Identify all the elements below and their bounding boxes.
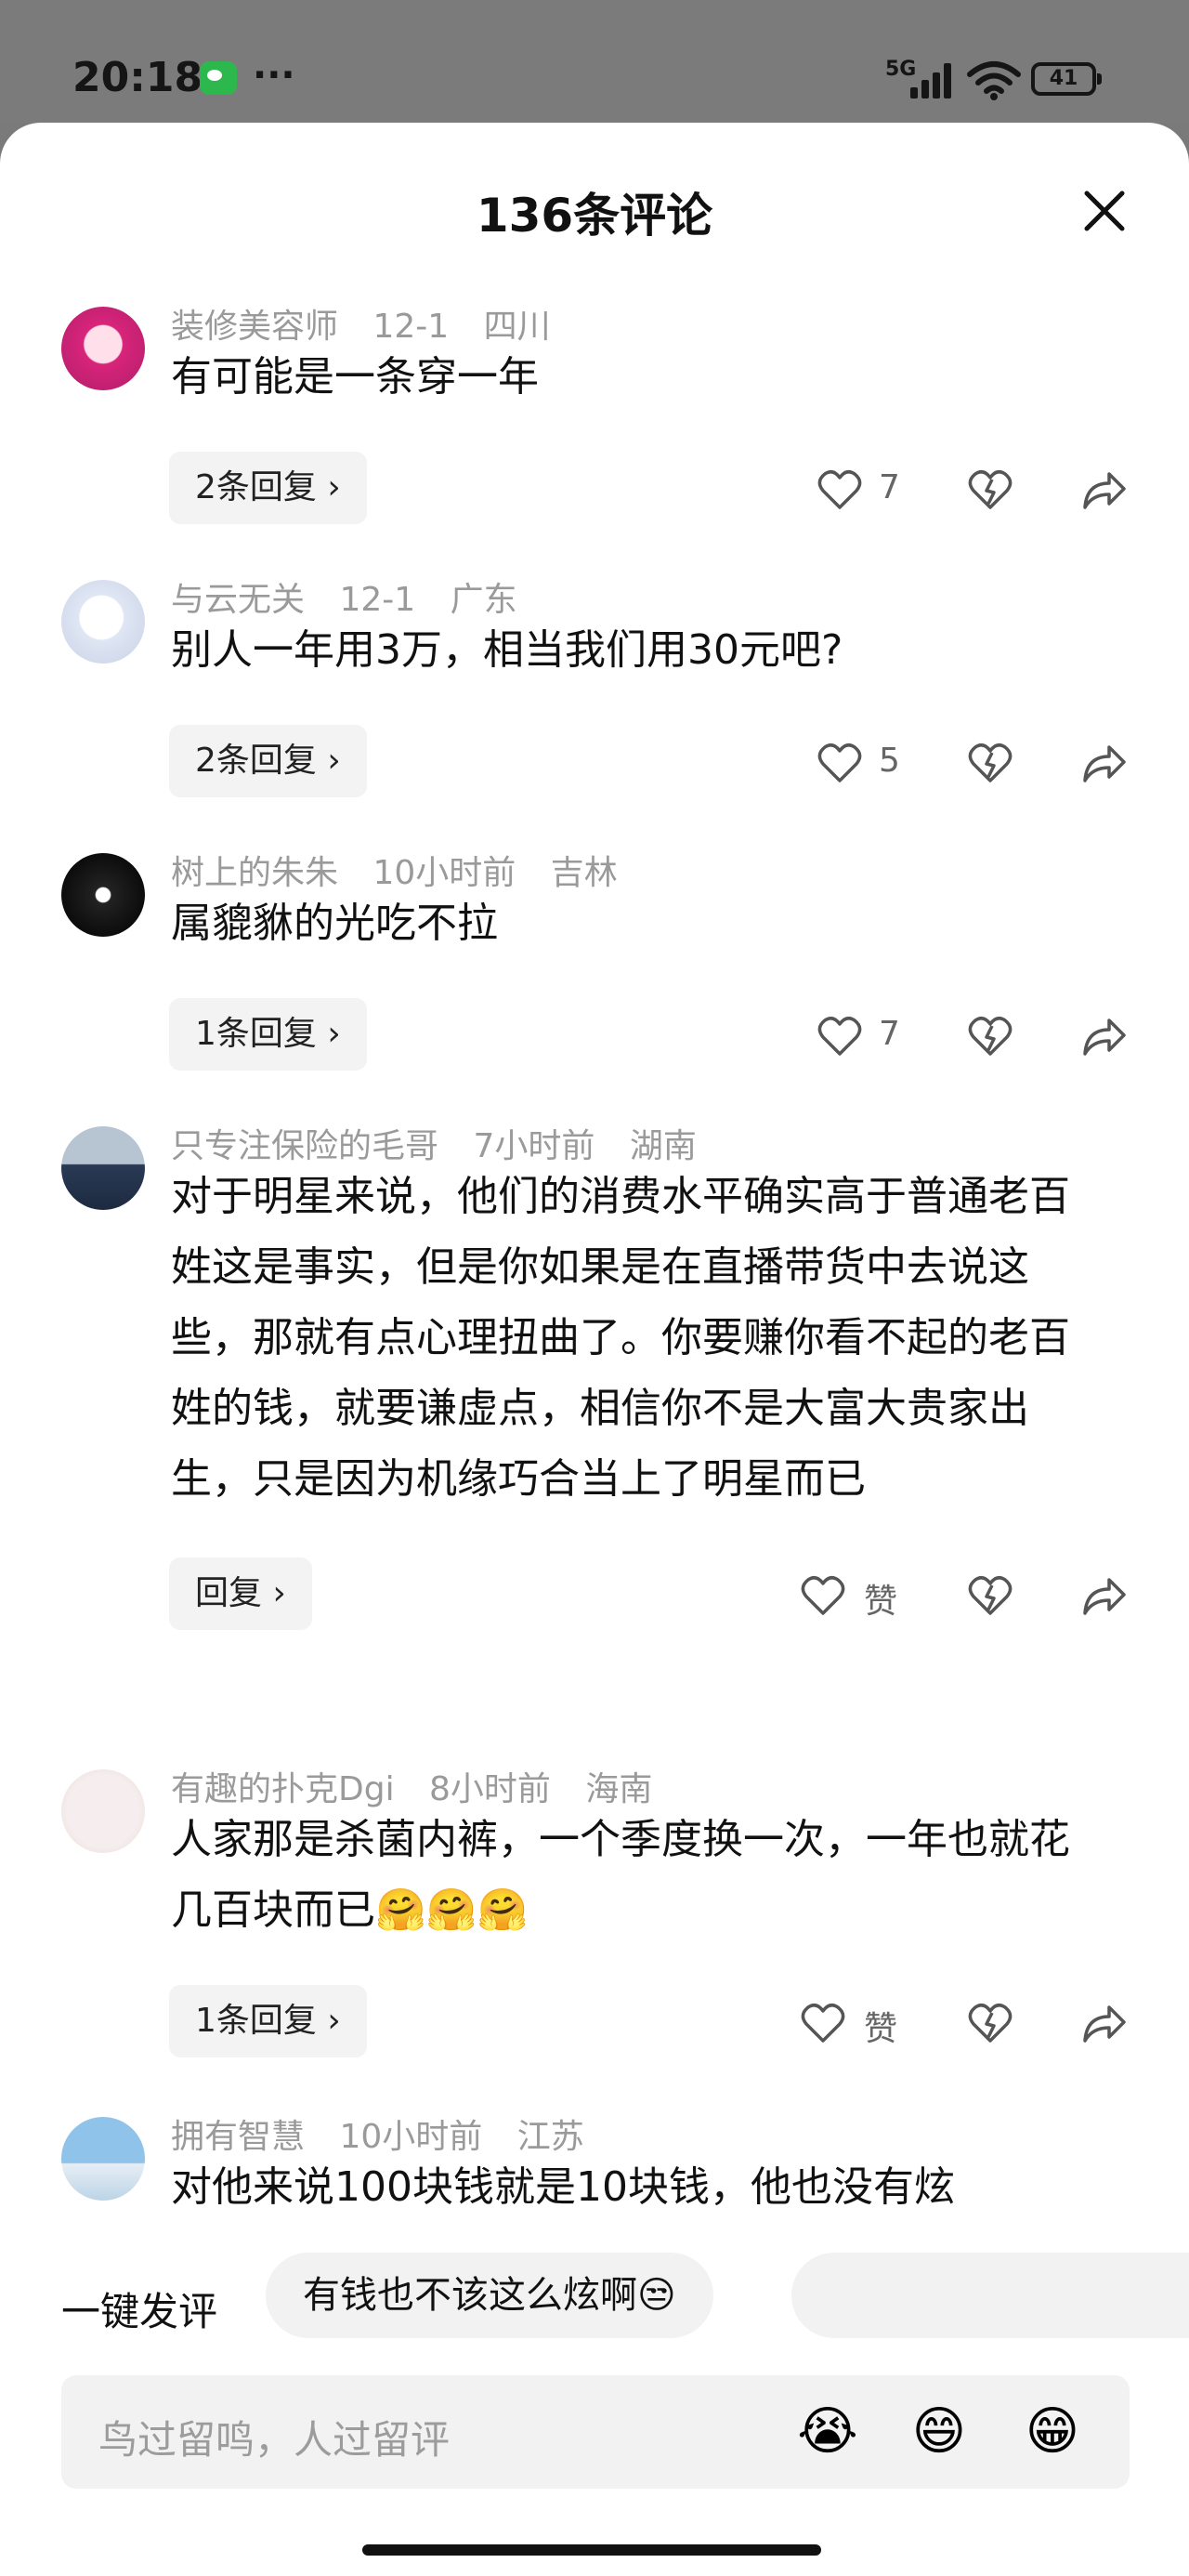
share-icon[interactable] [1081, 1015, 1128, 1058]
avatar[interactable] [61, 853, 145, 937]
comment-text: 对于明星来说，他们的消费水平确实高于普通老百姓这是事实，但是你如果是在直播带货中… [171, 1173, 1070, 1503]
share-icon[interactable] [1081, 1574, 1128, 1617]
like-icon[interactable] [817, 468, 862, 511]
comment-text: 别人一年用3万，相当我们用30元吧? [171, 626, 843, 674]
dislike-icon[interactable] [968, 468, 1013, 511]
like-icon[interactable] [817, 1015, 862, 1058]
comment-text: 有可能是一条穿一年 [171, 353, 539, 401]
comment-username[interactable]: 树上的朱朱 [171, 854, 338, 892]
avatar[interactable] [61, 580, 145, 664]
quick-comment-chip-partial[interactable] [791, 2253, 1189, 2338]
view-replies-button[interactable]: 1条回复 › [169, 998, 367, 1071]
sheet-title: 136条评论 [476, 189, 713, 243]
share-icon[interactable] [1081, 468, 1128, 511]
like-label: 赞 [864, 2010, 898, 2048]
share-icon[interactable] [1081, 2002, 1128, 2044]
sheet-header: 136条评论 [0, 123, 1189, 290]
dislike-icon[interactable] [968, 1015, 1013, 1058]
close-icon[interactable] [1078, 184, 1131, 238]
comment-item: 树上的朱朱 10小时前 吉林 属貔貅的光吃不拉 1条回复 › 7 [0, 846, 1189, 1087]
emoji-laughing-icon[interactable]: 😄 [907, 2399, 972, 2464]
dislike-icon[interactable] [968, 742, 1013, 784]
like-count: 7 [879, 468, 900, 506]
signal-icon [910, 59, 957, 99]
comment-username[interactable]: 拥有智慧 [171, 2118, 305, 2156]
comment-item: 与云无关 12-1 广东 别人一年用3万，相当我们用30元吧? 2条回复 › 5 [0, 572, 1189, 814]
avatar[interactable] [61, 1769, 145, 1853]
comments-sheet: 136条评论 装修美容师 12-1 四川 有可能是一条穿一年 2条回复 › 7 … [0, 123, 1189, 2576]
comment-location: 广东 [450, 581, 517, 619]
comment-date: 10小时前 [339, 2118, 483, 2156]
comment-actions: 5 [817, 736, 1133, 792]
comment-item: 只专注保险的毛哥 7小时前 湖南 对于明星来说，他们的消费水平确实高于普通老百姓… [0, 1119, 1189, 1639]
quick-comment-label: 一键发评 [61, 2289, 218, 2334]
like-count: 7 [879, 1015, 900, 1053]
avatar[interactable] [61, 307, 145, 390]
comment-input[interactable]: 鸟过留鸣，人过留评 😭 😄 😁 [61, 2375, 1130, 2489]
view-replies-button[interactable]: 2条回复 › [169, 725, 367, 797]
comment-location: 四川 [483, 308, 551, 346]
comment-location: 海南 [585, 1770, 653, 1808]
comment-actions: 赞 [801, 1569, 1133, 1624]
more-notifications-icon: ··· [253, 54, 295, 97]
comment-location: 江苏 [516, 2118, 584, 2156]
comment-item: 拥有智慧 10小时前 江苏 对他来说100块钱就是10块钱，他也没有炫 [0, 2109, 1189, 2249]
comment-date: 10小时前 [372, 854, 516, 892]
wechat-notification-icon [200, 61, 237, 95]
status-time: 20:18 [72, 54, 203, 101]
comment-actions: 7 [817, 463, 1133, 519]
battery-icon: 41 [1031, 62, 1102, 96]
avatar[interactable] [61, 1126, 145, 1210]
reply-button[interactable]: 回复 › [169, 1557, 312, 1630]
comment-username[interactable]: 只专注保险的毛哥 [171, 1127, 438, 1165]
comment-input-placeholder: 鸟过留鸣，人过留评 [98, 2417, 451, 2463]
emoji-crying-laughing-icon[interactable]: 😭 [795, 2399, 860, 2464]
share-icon[interactable] [1081, 742, 1128, 784]
comment-username[interactable]: 有趣的扑克Dgi [171, 1770, 395, 1808]
comment-text: 属貔貅的光吃不拉 [171, 900, 498, 947]
wifi-icon [967, 61, 1021, 100]
dislike-icon[interactable] [968, 2002, 1013, 2044]
avatar[interactable] [61, 2117, 145, 2201]
comment-actions: 7 [817, 1009, 1133, 1065]
dislike-icon[interactable] [968, 1574, 1013, 1617]
comment-item: 有趣的扑克Dgi 8小时前 海南 人家那是杀菌内裤，一个季度换一次，一年也就花几… [0, 1762, 1189, 2078]
comment-item: 装修美容师 12-1 四川 有可能是一条穿一年 2条回复 › 7 [0, 299, 1189, 541]
quick-comment-chip[interactable]: 有钱也不该这么炫啊😒 [266, 2253, 713, 2338]
like-icon[interactable] [801, 2002, 845, 2044]
comment-location: 吉林 [550, 854, 618, 892]
emoji-grin-icon[interactable]: 😁 [1020, 2399, 1085, 2464]
comment-location: 湖南 [629, 1127, 697, 1165]
comment-date: 12-1 [372, 308, 450, 346]
like-icon[interactable] [817, 742, 862, 784]
home-indicator[interactable] [362, 2544, 821, 2556]
comment-date: 7小时前 [473, 1127, 595, 1165]
view-replies-button[interactable]: 2条回复 › [169, 452, 367, 524]
like-icon[interactable] [801, 1574, 845, 1617]
comment-date: 8小时前 [429, 1770, 551, 1808]
comment-username[interactable]: 与云无关 [171, 581, 305, 619]
comment-text: 对他来说100块钱就是10块钱，他也没有炫 [171, 2163, 955, 2211]
comment-username[interactable]: 装修美容师 [171, 308, 338, 346]
like-count: 5 [879, 742, 900, 780]
like-label: 赞 [864, 1583, 898, 1621]
comment-date: 12-1 [339, 581, 416, 619]
status-bar: 20:18 ··· 5G 41 [0, 0, 1189, 123]
comment-composer: 一键发评 有钱也不该这么炫啊😒 鸟过留鸣，人过留评 😭 😄 😁 [0, 2238, 1189, 2576]
view-replies-button[interactable]: 1条回复 › [169, 1985, 367, 2057]
comment-actions: 赞 [801, 1996, 1133, 2052]
comment-text: 人家那是杀菌内裤，一个季度换一次，一年也就花几百块而已🤗🤗🤗 [171, 1816, 1070, 1934]
